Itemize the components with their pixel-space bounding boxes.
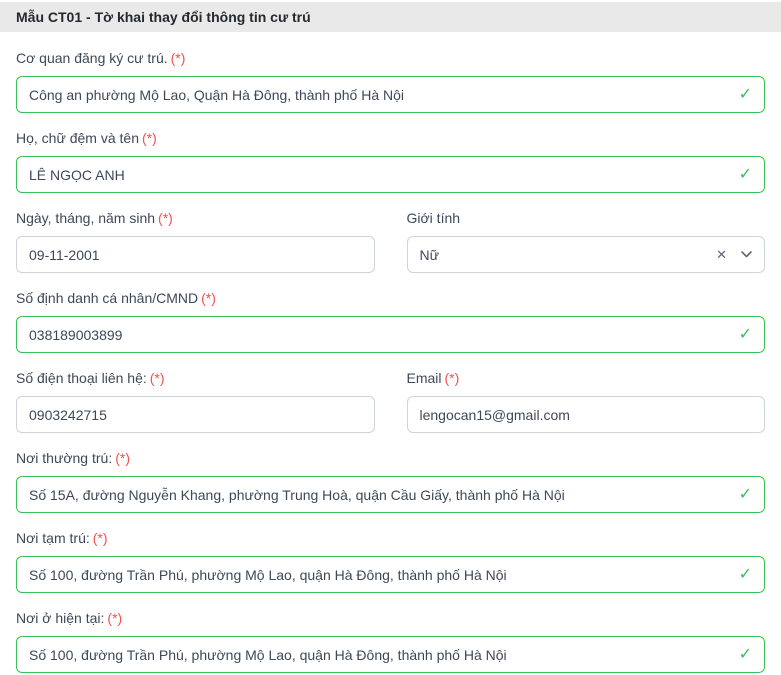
permanent-address-input[interactable] [16, 476, 765, 513]
field-group-email: Email(*) [407, 368, 766, 433]
permanent-address-label: Nơi thường trú:(*) [16, 448, 765, 469]
full-name-input-wrap: ✓ [16, 156, 765, 193]
permanent-address-input-wrap: ✓ [16, 476, 765, 513]
field-group-permanent-address: Nơi thường trú:(*) ✓ [16, 448, 765, 513]
field-group-full-name: Họ, chữ đệm và tên(*) ✓ [16, 128, 765, 193]
email-label: Email(*) [407, 368, 766, 389]
current-address-input[interactable] [16, 636, 765, 673]
dob-input[interactable] [16, 236, 375, 273]
required-marker: (*) [115, 450, 130, 466]
field-group-gender: Giới tính Nữ ✕ [407, 208, 766, 273]
field-group-dob: Ngày, tháng, năm sinh(*) [16, 208, 375, 273]
clear-icon[interactable]: ✕ [716, 248, 727, 261]
field-group-current-address: Nơi ở hiện tại:(*) ✓ [16, 608, 765, 673]
phone-input-wrap [16, 396, 375, 433]
temporary-address-label: Nơi tạm trú:(*) [16, 528, 765, 549]
row-phone-email: Số điện thoại liên hệ:(*) Email(*) [16, 368, 765, 433]
field-group-agency: Cơ quan đăng ký cư trú.(*) ✓ [16, 48, 765, 113]
chevron-down-icon[interactable] [741, 251, 752, 258]
form-body: Cơ quan đăng ký cư trú.(*) ✓ Họ, chữ đệm… [0, 32, 781, 673]
required-marker: (*) [107, 610, 122, 626]
field-group-phone: Số điện thoại liên hệ:(*) [16, 368, 375, 433]
required-marker: (*) [150, 370, 165, 386]
required-marker: (*) [201, 290, 216, 306]
id-number-input-wrap: ✓ [16, 316, 765, 353]
full-name-label: Họ, chữ đệm và tên(*) [16, 128, 765, 149]
required-marker: (*) [93, 530, 108, 546]
field-group-id-number: Số định danh cá nhân/CMND(*) ✓ [16, 288, 765, 353]
id-number-label: Số định danh cá nhân/CMND(*) [16, 288, 765, 309]
agency-label: Cơ quan đăng ký cư trú.(*) [16, 48, 765, 69]
dob-input-wrap [16, 236, 375, 273]
current-address-input-wrap: ✓ [16, 636, 765, 673]
agency-input-wrap: ✓ [16, 76, 765, 113]
current-address-label: Nơi ở hiện tại:(*) [16, 608, 765, 629]
agency-input[interactable] [16, 76, 765, 113]
id-number-input[interactable] [16, 316, 765, 353]
required-marker: (*) [445, 370, 460, 386]
gender-label: Giới tính [407, 208, 766, 229]
field-group-temporary-address: Nơi tạm trú:(*) ✓ [16, 528, 765, 593]
temporary-address-input-wrap: ✓ [16, 556, 765, 593]
phone-label: Số điện thoại liên hệ:(*) [16, 368, 375, 389]
temporary-address-input[interactable] [16, 556, 765, 593]
full-name-input[interactable] [16, 156, 765, 193]
required-marker: (*) [171, 50, 186, 66]
ct01-declaration-form: Mẫu CT01 - Tờ khai thay đổi thông tin cư… [0, 0, 781, 673]
gender-select[interactable]: Nữ ✕ [407, 236, 766, 273]
row-dob-gender: Ngày, tháng, năm sinh(*) Giới tính Nữ ✕ [16, 208, 765, 273]
form-title: Mẫu CT01 - Tờ khai thay đổi thông tin cư… [16, 9, 311, 25]
email-input-wrap [407, 396, 766, 433]
email-input[interactable] [407, 396, 766, 433]
gender-selected-value: Nữ [420, 247, 717, 263]
dob-label: Ngày, tháng, năm sinh(*) [16, 208, 375, 229]
phone-input[interactable] [16, 396, 375, 433]
form-section-header: Mẫu CT01 - Tờ khai thay đổi thông tin cư… [0, 2, 781, 32]
required-marker: (*) [158, 210, 173, 226]
required-marker: (*) [142, 130, 157, 146]
